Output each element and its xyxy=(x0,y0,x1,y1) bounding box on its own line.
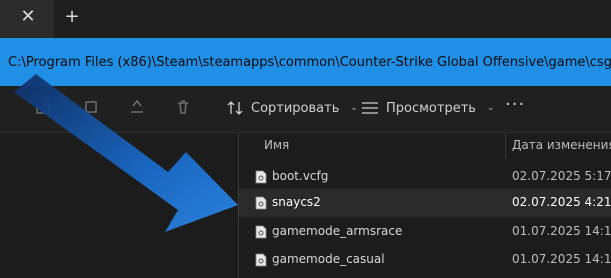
config-file-icon xyxy=(255,253,267,267)
file-date: 02.07.2025 5:17 xyxy=(512,169,611,183)
copy-icon[interactable] xyxy=(82,98,100,116)
file-date: 01.07.2025 14:10 xyxy=(512,252,611,266)
file-date: 02.07.2025 4:21 xyxy=(512,195,611,209)
sort-icon xyxy=(227,101,243,115)
config-file-icon xyxy=(255,196,267,210)
file-name: snaycs2 xyxy=(272,195,321,209)
more-icon[interactable]: ··· xyxy=(505,96,524,118)
config-file-icon xyxy=(255,225,267,239)
config-file-icon xyxy=(255,170,267,184)
file-name: boot.vcfg xyxy=(272,169,329,183)
address-input[interactable] xyxy=(0,38,611,86)
sort-label: Сортировать xyxy=(251,100,340,116)
share-icon[interactable] xyxy=(128,98,146,116)
file-name: gamemode_armsrace xyxy=(272,224,403,238)
new-tab-icon[interactable]: + xyxy=(64,8,80,26)
chevron-down-icon: ⌄ xyxy=(350,103,358,113)
tab-bar xyxy=(0,0,611,38)
file-date: 01.07.2025 14:10 xyxy=(512,224,611,238)
view-label: Просмотреть xyxy=(386,100,476,116)
view-button[interactable]: Просмотреть ⌄ xyxy=(361,96,495,120)
column-header-name[interactable]: Имя xyxy=(264,138,289,152)
sort-button[interactable]: Сортировать ⌄ xyxy=(226,96,358,120)
column-header-date[interactable]: Дата изменения xyxy=(512,138,611,152)
navigation-pane[interactable] xyxy=(0,133,238,278)
file-name: gamemode_casual xyxy=(272,252,385,266)
delete-icon[interactable] xyxy=(174,98,192,116)
view-icon xyxy=(362,102,378,114)
cut-icon[interactable] xyxy=(34,98,52,116)
close-icon[interactable]: ✕ xyxy=(20,8,36,26)
chevron-down-icon: ⌄ xyxy=(486,103,495,113)
column-divider[interactable] xyxy=(505,133,506,159)
